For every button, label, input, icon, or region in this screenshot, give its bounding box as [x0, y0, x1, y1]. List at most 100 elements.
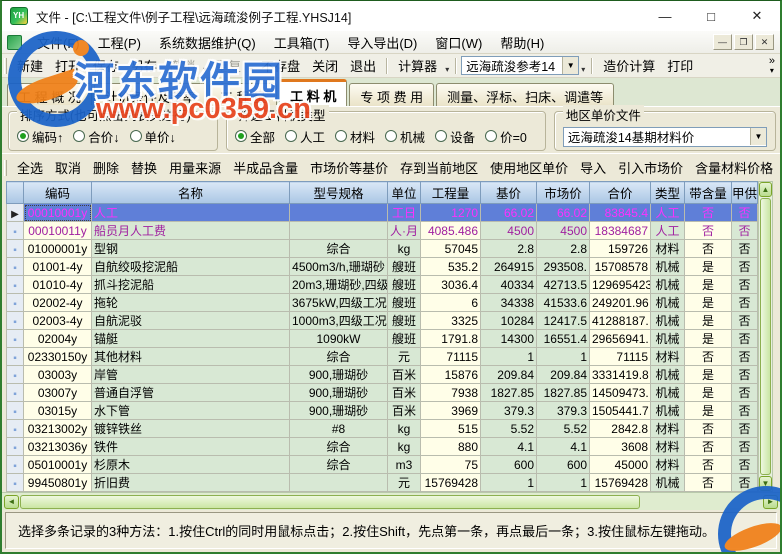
cell-name[interactable]: 抓斗挖泥船 [91, 275, 290, 294]
cell-code[interactable]: 02330150y [23, 347, 92, 366]
cell-code[interactable]: 01010-4y [23, 275, 92, 294]
cell-type[interactable]: 机械 [650, 473, 685, 492]
radio-icon[interactable] [17, 130, 29, 142]
cell-has-content[interactable]: 否 [684, 455, 732, 474]
cell-quantity[interactable]: 15876 [420, 365, 481, 384]
cell-market-price[interactable]: 16551.4 [536, 329, 590, 348]
type-radio-option[interactable]: 机械 [385, 127, 425, 146]
cell-owner-supplied[interactable]: 否 [731, 347, 758, 366]
table-row[interactable]: ▪ 01001-4y 自航绞吸挖泥船 4500m3/h,珊瑚砂 艘班 535.2… [6, 257, 758, 276]
cell-type[interactable]: 机械 [650, 257, 685, 276]
cell-spec[interactable]: 900,珊瑚砂 [289, 383, 388, 402]
cell-unit[interactable]: 工日 [387, 203, 421, 222]
row-selector-cell[interactable]: ▪ [6, 275, 24, 294]
toolbar-file-button[interactable]: 另存 [125, 53, 163, 78]
cell-type[interactable]: 人工 [650, 221, 685, 240]
cell-spec[interactable]: 1090kW [289, 329, 388, 348]
cell-spec[interactable]: 20m3,珊瑚砂,四级 [289, 275, 388, 294]
grid-column-header[interactable]: 型号规格 [289, 181, 388, 204]
cell-has-content[interactable]: 是 [684, 383, 732, 402]
cell-has-content[interactable]: 否 [684, 473, 732, 492]
table-row[interactable]: ▪ 02330150y 其他材料 综合 元 71115 1 1 71115 材料… [6, 347, 758, 366]
sort-radio-option[interactable]: 编码↑ [17, 127, 63, 146]
cell-owner-supplied[interactable]: 否 [731, 437, 758, 456]
cell-unit[interactable]: 艘班 [387, 293, 421, 312]
cell-quantity[interactable]: 535.2 [420, 257, 481, 276]
cell-has-content[interactable]: 是 [684, 293, 732, 312]
cell-name[interactable]: 自航绞吸挖泥船 [91, 257, 290, 276]
cell-quantity[interactable]: 3036.4 [420, 275, 481, 294]
radio-icon[interactable] [235, 130, 247, 142]
cell-quantity[interactable]: 71115 [420, 347, 481, 366]
cell-quantity[interactable]: 6 [420, 293, 481, 312]
cell-type[interactable]: 材料 [650, 437, 685, 456]
cell-quantity[interactable]: 515 [420, 419, 481, 438]
cell-type[interactable]: 机械 [650, 365, 685, 384]
cell-spec[interactable]: 3675kW,四级工况 [289, 293, 388, 312]
cell-owner-supplied[interactable]: 否 [731, 311, 758, 330]
menu-item[interactable]: 系统数据维护(Q) [150, 31, 265, 54]
cell-owner-supplied[interactable]: 否 [731, 203, 758, 222]
cell-name[interactable]: 镀锌铁丝 [91, 419, 290, 438]
cell-type[interactable]: 机械 [650, 329, 685, 348]
cell-name[interactable]: 船员月人工费 [91, 221, 290, 240]
row-selector-cell[interactable]: ▪ [6, 257, 24, 276]
grid-column-header[interactable]: 带含量 [684, 181, 732, 204]
row-selector-cell[interactable]: ▪ [6, 311, 24, 330]
action-button[interactable]: 用量来源 [163, 154, 227, 181]
cell-code[interactable]: 03213002y [23, 419, 92, 438]
grid-column-header[interactable]: 类型 [650, 181, 685, 204]
cell-name[interactable]: 型钢 [91, 239, 290, 258]
table-row[interactable]: ▶ 00010001y 人工 工日 1270 66.02 66.02 83845… [6, 203, 758, 222]
region-price-combobox[interactable]: 远海疏浚14基期材料价 ▼ [562, 126, 767, 147]
table-row[interactable]: ▪ 03015y 水下管 900,珊瑚砂 百米 3969 379.3 379.3… [6, 401, 758, 420]
table-row[interactable]: ▪ 03213002y 镀锌铁丝 #8 kg 515 5.52 5.52 284… [6, 419, 758, 438]
cell-has-content[interactable]: 是 [684, 275, 732, 294]
row-selector-cell[interactable]: ▪ [6, 437, 24, 456]
cell-has-content[interactable]: 是 [684, 365, 732, 384]
cell-quantity[interactable]: 15769428 [420, 473, 481, 492]
cell-has-content[interactable]: 否 [684, 437, 732, 456]
calculator-dropdown-icon[interactable]: ▾ [443, 65, 451, 74]
cell-total-price[interactable]: 15708578 [589, 257, 651, 276]
cell-name[interactable]: 其他材料 [91, 347, 290, 366]
table-row[interactable]: ▪ 00010011y 船员月人工费 人·月 4085.486 4500 450… [6, 221, 758, 240]
cell-total-price[interactable]: 2842.8 [589, 419, 651, 438]
row-selector-cell[interactable]: ▪ [6, 383, 24, 402]
redo-dropdown-icon[interactable]: ▾ [247, 65, 255, 74]
cell-type[interactable]: 材料 [650, 455, 685, 474]
grid-column-header[interactable]: 名称 [91, 181, 290, 204]
undo-button[interactable]: 撤销 [163, 53, 201, 78]
menu-item[interactable]: 帮助(H) [491, 31, 553, 54]
calculator-button[interactable]: 计算器 [392, 53, 443, 78]
menu-item[interactable]: 窗口(W) [426, 31, 491, 54]
table-row[interactable]: ▪ 01000001y 型钢 综合 kg 57045 2.8 2.8 15972… [6, 239, 758, 258]
cell-owner-supplied[interactable]: 否 [731, 383, 758, 402]
cell-base-price[interactable]: 2.8 [480, 239, 537, 258]
cell-total-price[interactable]: 15769428 [589, 473, 651, 492]
cell-quantity[interactable]: 75 [420, 455, 481, 474]
mdi-minimize-button[interactable]: — [713, 34, 732, 50]
row-selector-cell[interactable]: ▪ [6, 347, 24, 366]
grid-column-header[interactable]: 单位 [387, 181, 421, 204]
cell-owner-supplied[interactable]: 否 [731, 275, 758, 294]
cell-name[interactable]: 锚艇 [91, 329, 290, 348]
vertical-scrollbar-thumb[interactable] [760, 198, 771, 475]
cell-spec[interactable] [289, 203, 388, 222]
toolbar-file-button[interactable]: 新建 [11, 53, 49, 78]
cell-name[interactable]: 岸管 [91, 365, 290, 384]
cell-owner-supplied[interactable]: 否 [731, 239, 758, 258]
grid-column-header[interactable]: 市场价 [536, 181, 590, 204]
tab[interactable]: 工 料 机 [279, 79, 348, 106]
cell-unit[interactable]: kg [387, 437, 421, 456]
table-row[interactable]: ▪ 01010-4y 抓斗挖泥船 20m3,珊瑚砂,四级 艘班 3036.4 4… [6, 275, 758, 294]
toolbar-session-button[interactable]: 不存盘 [255, 53, 306, 78]
cell-base-price[interactable]: 379.3 [480, 401, 537, 420]
cell-market-price[interactable]: 66.02 [536, 203, 590, 222]
cell-code[interactable]: 02002-4y [23, 293, 92, 312]
cell-type[interactable]: 机械 [650, 311, 685, 330]
cell-has-content[interactable]: 否 [684, 419, 732, 438]
menu-item[interactable]: 工程(P) [89, 31, 150, 54]
cell-base-price[interactable]: 264915 [480, 257, 537, 276]
cell-has-content[interactable]: 否 [684, 221, 732, 240]
